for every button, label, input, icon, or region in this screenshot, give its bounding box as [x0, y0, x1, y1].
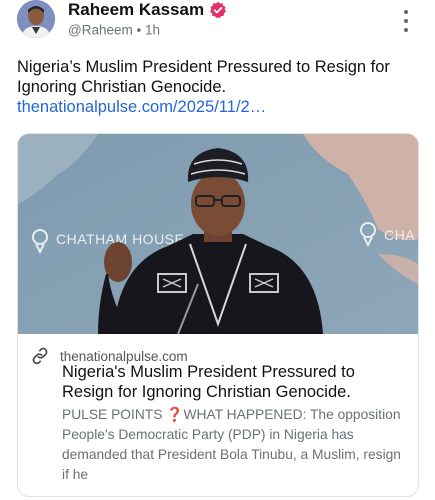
post-age[interactable]: 1h [145, 22, 160, 37]
author-handle[interactable]: @Raheem [68, 22, 133, 37]
post-text: Nigeria’s Muslim President Pressured to … [17, 58, 390, 96]
author-name-row[interactable]: Raheem Kassam [68, 0, 227, 20]
post-link[interactable]: thenationalpulse.com/2025/11/2… [17, 98, 266, 116]
link-preview-image[interactable]: CHATHAM HOUSE CHA [18, 134, 418, 334]
avatar-image [17, 0, 55, 38]
social-post: Raheem Kassam @Raheem • 1h Nigeria’s Mus… [0, 0, 435, 500]
question-mark-icon: ❓ [166, 407, 184, 422]
link-preview-card[interactable]: CHATHAM HOUSE CHA thenationalpulse.com N… [17, 133, 419, 497]
avatar[interactable] [17, 0, 55, 38]
link-icon [32, 347, 48, 365]
image-caption-right: CHA [384, 227, 415, 243]
author-meta: @Raheem • 1h [68, 22, 160, 38]
card-title[interactable]: Nigeria's Muslim President Pressured to … [62, 362, 402, 402]
post-body: Nigeria’s Muslim President Pressured to … [17, 57, 422, 117]
card-desc-prefix: PULSE POINTS [62, 407, 163, 422]
verified-badge-icon [210, 1, 227, 19]
more-options-icon[interactable] [396, 10, 416, 32]
author-display-name[interactable]: Raheem Kassam [68, 0, 204, 20]
meta-separator: • [136, 22, 142, 38]
card-description: PULSE POINTS ❓WHAT HAPPENED: The opposit… [62, 405, 407, 485]
